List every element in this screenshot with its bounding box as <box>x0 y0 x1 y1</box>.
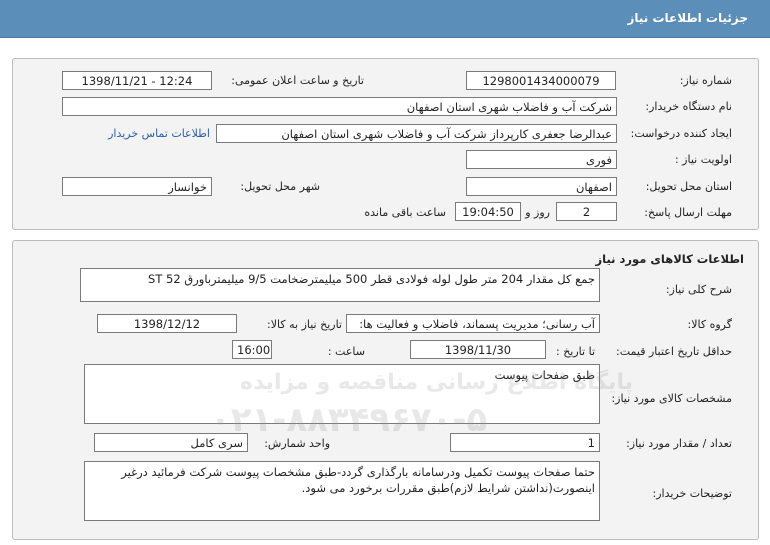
delivery-province-field: اصفهان <box>466 177 617 196</box>
priority-label: اولویت نیاز : <box>674 153 732 166</box>
creator-field: عبدالرضا جعفری کارپرداز شرکت آب و فاضلاب… <box>216 124 617 143</box>
delivery-city-field: خوانسار <box>62 177 212 196</box>
delivery-city-label: شهر محل تحویل: <box>240 180 320 193</box>
day-and-label: روز و <box>525 206 550 219</box>
overall-desc-field: جمع کل مقدار 204 متر طول لوله فولادی قطر… <box>80 268 600 302</box>
quantity-field: 1 <box>450 433 600 452</box>
deadline-time-field: 19:04:50 <box>455 202 521 221</box>
creator-label: ایجاد کننده درخواست: <box>630 127 732 140</box>
goods-group-label: گروه کالا: <box>687 318 732 331</box>
min-price-validity-label: حداقل تاریخ اعتبار قیمت: <box>616 345 732 358</box>
need-date-goods-label: تاریخ نیاز به کالا: <box>267 318 342 331</box>
quantity-label: تعداد / مقدار مورد نیاز: <box>626 437 732 450</box>
goods-group-field: آب رسانی؛ مدیریت پسماند، فاضلاب و فعالیت… <box>346 314 600 333</box>
reply-deadline-label: مهلت ارسال پاسخ: <box>644 206 732 219</box>
buyer-notes-field: حتما صفحات پیوست تکمیل ودرسامانه بارگذار… <box>84 461 600 521</box>
hour-label: ساعت : <box>327 345 365 358</box>
goods-specs-field: طبق صفحات پیوست <box>84 364 600 424</box>
need-number-label: شماره نیاز: <box>679 74 732 87</box>
overall-desc-label: شرح کلی نیاز: <box>665 283 732 296</box>
until-date-label: تا تاریخ : <box>556 345 595 358</box>
unit-label: واحد شمارش: <box>264 437 330 450</box>
title-bar: جزئیات اطلاعات نیاز <box>0 0 770 38</box>
buyer-org-label: نام دستگاه خریدار: <box>645 100 732 113</box>
deadline-days-field: 2 <box>556 202 617 221</box>
price-validity-date-field: 1398/11/30 <box>410 340 546 359</box>
buyer-org-field: شرکت آب و فاضلاب شهری استان اصفهان <box>62 97 617 116</box>
goods-specs-label: مشخصات کالای مورد نیاز: <box>611 392 732 405</box>
price-validity-hour-field: 16:00 <box>232 340 272 359</box>
announce-datetime-label: تاریخ و ساعت اعلان عمومی: <box>231 74 364 87</box>
delivery-province-label: استان محل تحویل: <box>645 180 732 193</box>
goods-section-title: اطلاعات کالاهای مورد نیاز <box>595 252 744 266</box>
need-date-goods-field: 1398/12/12 <box>97 314 237 333</box>
unit-field: سری کامل <box>94 433 248 452</box>
priority-field: فوری <box>466 150 617 169</box>
page-title: جزئیات اطلاعات نیاز <box>627 11 748 25</box>
time-remaining-label: ساعت باقی مانده <box>364 206 446 219</box>
announce-datetime-field: 1398/11/21 - 12:24 <box>62 71 212 90</box>
need-number-field: 1298001434000079 <box>466 71 616 90</box>
buyer-notes-label: توضیحات خریدار: <box>652 487 733 500</box>
buyer-contact-link[interactable]: اطلاعات تماس خریدار <box>108 127 210 140</box>
